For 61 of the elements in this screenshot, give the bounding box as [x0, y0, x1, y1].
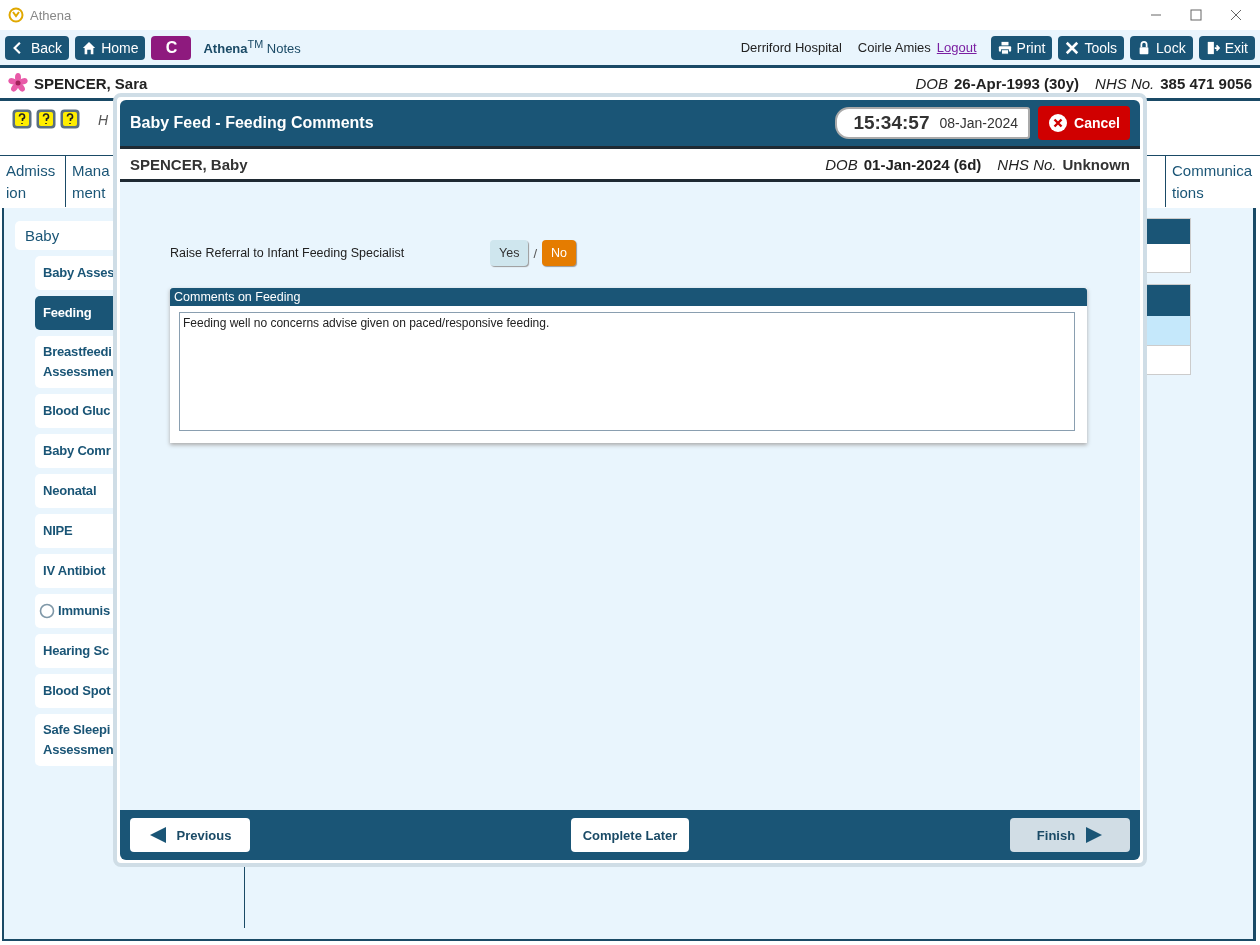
- right-triangle-icon: [1085, 827, 1104, 843]
- dialog-title: Baby Feed - Feeding Comments: [130, 114, 375, 132]
- tools-button[interactable]: Tools: [1058, 35, 1125, 60]
- section-tab[interactable]: Mana ment: [66, 156, 112, 207]
- user-name: Coirle Amies: [857, 40, 931, 55]
- dob-label: DOB: [915, 74, 948, 92]
- sidebar-item[interactable]: Hearing Sc: [35, 634, 113, 668]
- clock-date: 08-Jan-2024: [939, 115, 1019, 131]
- question-label: Raise Referral to Infant Feeding Specialist: [170, 246, 406, 260]
- dob-label: DOB: [825, 155, 858, 173]
- sidebar-item[interactable]: Feeding: [35, 296, 113, 330]
- flower-icon: [8, 73, 28, 93]
- cancel-button[interactable]: Cancel: [1038, 106, 1130, 140]
- left-triangle-icon: [148, 827, 167, 843]
- sidebar-item[interactable]: Immunis: [35, 594, 113, 628]
- section-tab[interactable]: Admiss ion: [0, 156, 66, 207]
- exit-door-icon: [1205, 39, 1220, 56]
- dob-value: 26-Apr-1993 (30y): [954, 74, 1080, 92]
- house-icon: [82, 39, 97, 56]
- status-circle-icon: [39, 603, 55, 619]
- sidebar-item[interactable]: IV Antibiot: [35, 554, 113, 588]
- clock-time: 15:34:57: [853, 112, 930, 134]
- nhs-label: NHS No.: [997, 155, 1057, 173]
- back-button[interactable]: Back: [5, 35, 70, 60]
- comments-field[interactable]: Feeding well no concerns advise given on paced/responsive feeding.: [179, 312, 1075, 431]
- option-separator: /: [533, 245, 538, 261]
- lock-button[interactable]: Lock: [1130, 35, 1193, 60]
- sidebar-item[interactable]: Baby Comr: [35, 434, 113, 468]
- answer-toggle[interactable]: Yes: [490, 240, 529, 266]
- sidebar-item[interactable]: Neonatal: [35, 474, 113, 508]
- sidebar-item[interactable]: Safe Sleepi Assessmen: [35, 714, 113, 766]
- sidebar-item[interactable]: Baby Asses: [35, 256, 113, 290]
- dob-value: 01-Jan-2024 (6d): [863, 155, 982, 173]
- previous-button[interactable]: Previous: [130, 818, 250, 852]
- comments-title: Comments on Feeding: [170, 288, 1087, 306]
- close-icon[interactable]: [1230, 9, 1242, 21]
- maximize-icon[interactable]: [1190, 9, 1202, 21]
- printer-icon: [997, 39, 1012, 56]
- sidebar-item[interactable]: Breastfeedi Assessmen: [35, 336, 113, 388]
- logout-link[interactable]: Logout: [936, 40, 977, 55]
- exit-button[interactable]: Exit: [1198, 35, 1255, 60]
- sidebar-item[interactable]: NIPE: [35, 514, 113, 548]
- nhs-value: Unknown: [1062, 155, 1130, 173]
- window-title: Athena: [30, 7, 73, 23]
- app-badge: C: [151, 35, 192, 60]
- hospital-name: Derriford Hospital: [740, 40, 842, 55]
- complete-later-button[interactable]: Complete Later: [570, 818, 690, 852]
- sidebar-group[interactable]: Baby: [15, 221, 113, 250]
- close-circle-icon: [1048, 113, 1069, 133]
- nhs-value: 385 471 9056: [1160, 74, 1252, 92]
- nhs-label: NHS No.: [1095, 74, 1155, 92]
- app-name: Athena$^{TM}$ Notes: [203, 38, 301, 57]
- home-button[interactable]: Home: [75, 35, 146, 60]
- sidebar-item[interactable]: Blood Spot: [35, 674, 113, 708]
- section-tab[interactable]: Communica tions: [1165, 156, 1260, 207]
- print-button[interactable]: Print: [990, 35, 1053, 60]
- patient-name: SPENCER, Sara: [34, 74, 148, 92]
- app-logo-icon: [8, 7, 24, 23]
- alert-note: H: [98, 112, 110, 128]
- sidebar-item[interactable]: Blood Gluc: [35, 394, 113, 428]
- baby-name: SPENCER, Baby: [130, 155, 249, 173]
